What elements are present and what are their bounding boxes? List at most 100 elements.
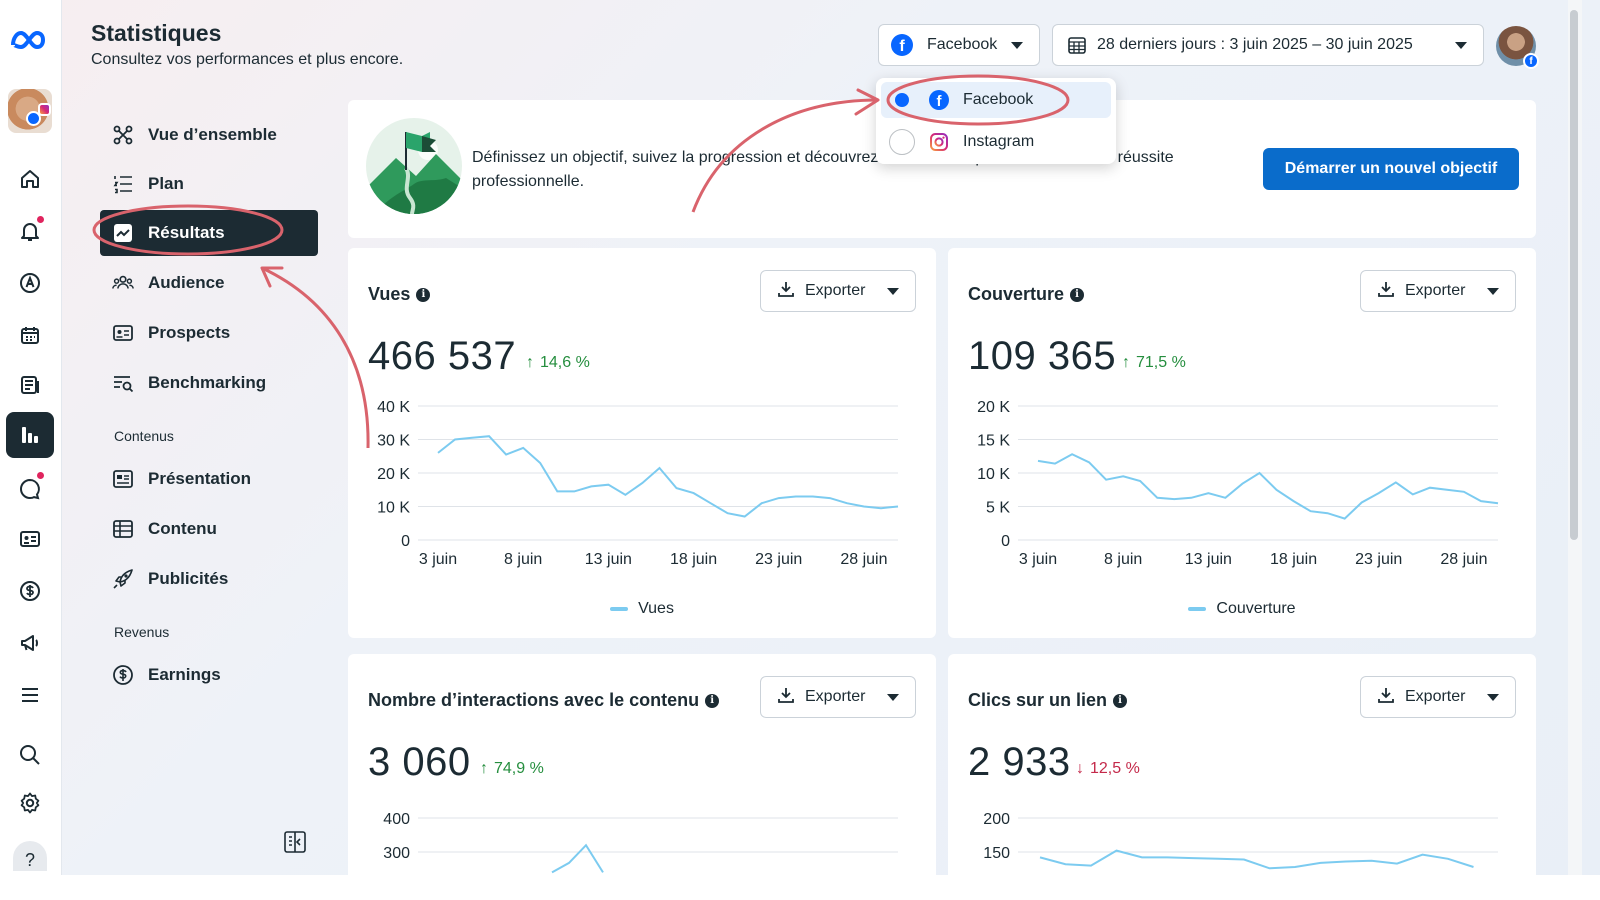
ads-manager-icon[interactable] — [6, 260, 54, 306]
metric-card-views: Vues i Exporter 466 537 ↑ 14,6 % 0 10 K 20 K… — [348, 248, 936, 638]
messages-icon[interactable] — [6, 466, 54, 512]
nav-section-contenus: Contenus — [114, 428, 174, 444]
reach-line-chart: 0 5 K 10 K 15 K 20 K 3 juin 8 juin 13 juin 18 ju… — [977, 399, 1499, 568]
home-icon[interactable] — [6, 156, 54, 202]
nav-item-plan[interactable]: Plan — [100, 161, 318, 207]
metric-card-reach: Couverture i Exporter 109 365 ↑ 71,5 % 0 5 … — [948, 248, 1536, 638]
chevron-down-icon — [1455, 41, 1467, 49]
metric-value: 466 537 — [368, 334, 517, 378]
start-new-goal-button[interactable]: Démarrer un nouvel objectif — [1263, 148, 1519, 190]
download-icon — [777, 280, 795, 303]
nav-item-presentation[interactable]: Présentation — [100, 456, 318, 502]
ads-rocket-icon — [112, 568, 134, 590]
export-label: Exporter — [1405, 282, 1466, 299]
arrow-up-icon: ↑ — [526, 354, 534, 371]
chart-legend: Vues — [348, 600, 936, 618]
date-range-label: 28 derniers jours : 3 juin 2025 – 30 jui… — [1097, 36, 1413, 53]
arrow-up-icon: ↑ — [480, 760, 488, 777]
nav-item-overview[interactable]: Vue d’ensemble — [100, 112, 318, 158]
messages-dot — [37, 472, 44, 479]
platform-option-facebook[interactable]: f Facebook — [881, 82, 1111, 118]
x-tick-label: 3 juin — [1019, 551, 1057, 568]
radio-selected-icon[interactable] — [889, 87, 915, 113]
info-icon[interactable]: i — [1070, 287, 1085, 302]
platform-option-instagram[interactable]: Instagram — [881, 124, 1111, 160]
content-posts-icon[interactable] — [6, 362, 54, 408]
x-tick-label: 23 juin — [1355, 551, 1402, 568]
chart-legend: Couverture — [948, 600, 1536, 618]
nav-item-label: Présentation — [148, 469, 251, 488]
x-tick-label: 18 juin — [670, 551, 717, 568]
nav-item-label: Benchmarking — [148, 373, 267, 392]
arrow-down-icon: ↓ — [1076, 760, 1084, 777]
download-icon — [777, 686, 795, 709]
collapse-sidebar-icon[interactable] — [283, 830, 307, 859]
content-table-icon — [112, 518, 134, 540]
meta-logo-icon[interactable] — [6, 18, 54, 64]
nav-item-content[interactable]: Contenu — [100, 506, 318, 552]
option-label: Instagram — [963, 133, 1035, 150]
nav-item-results[interactable]: Résultats — [100, 210, 318, 256]
calendar-icon[interactable] — [6, 312, 54, 358]
info-icon[interactable]: i — [1113, 693, 1128, 708]
goal-text-line2: professionnelle. — [472, 173, 585, 190]
nav-item-label: Contenu — [148, 519, 217, 538]
page-scrollbar[interactable] — [1568, 0, 1582, 875]
x-tick-label: 23 juin — [755, 551, 802, 568]
x-tick-label: 13 juin — [1185, 551, 1232, 568]
profile-avatar[interactable]: f — [1496, 26, 1539, 69]
instagram-icon — [929, 132, 949, 152]
nav-item-prospects[interactable]: Prospects — [100, 310, 318, 356]
metric-delta-text: 71,5 % — [1136, 354, 1186, 371]
info-icon[interactable]: i — [416, 287, 431, 302]
info-icon[interactable]: i — [705, 693, 720, 708]
metric-delta: ↓ 12,5 % — [1076, 760, 1140, 778]
metric-card-interactions: Nombre d’interactions avec le contenu i E… — [348, 654, 936, 884]
earnings-dollar-icon — [112, 664, 134, 686]
scrollbar-thumb[interactable] — [1570, 10, 1578, 540]
insights-icon[interactable] — [6, 412, 54, 458]
nav-item-benchmarking[interactable]: Benchmarking — [100, 360, 318, 406]
platform-selector[interactable]: f Facebook — [878, 24, 1040, 66]
chevron-down-icon — [1487, 693, 1499, 701]
date-range-selector[interactable]: 28 derniers jours : 3 juin 2025 – 30 jui… — [1052, 24, 1484, 66]
export-button[interactable]: Exporter — [760, 270, 916, 312]
x-tick-label: 13 juin — [585, 551, 632, 568]
nav-item-earnings[interactable]: Earnings — [100, 652, 318, 698]
nav-item-ads[interactable]: Publicités — [100, 556, 318, 602]
nav-item-audience[interactable]: Audience — [100, 260, 318, 306]
metric-value: 3 060 — [368, 740, 471, 784]
link-clicks-line-chart: 150 200 — [983, 811, 1498, 870]
metric-title-text: Nombre d’interactions avec le contenu — [368, 690, 700, 710]
y-tick-label: 40 K — [377, 399, 410, 416]
y-tick-label: 10 K — [377, 500, 410, 517]
export-button[interactable]: Exporter — [1360, 270, 1516, 312]
megaphone-icon[interactable] — [6, 620, 54, 666]
notifications-bell-icon[interactable] — [6, 208, 54, 254]
search-icon[interactable] — [6, 732, 54, 778]
y-tick-label: 10 K — [977, 466, 1010, 483]
y-tick-label: 150 — [983, 845, 1010, 862]
export-button[interactable]: Exporter — [1360, 676, 1516, 718]
menu-icon[interactable] — [6, 672, 54, 718]
export-button[interactable]: Exporter — [760, 676, 916, 718]
plan-list-icon — [112, 173, 134, 195]
radio-unselected-icon[interactable] — [889, 129, 915, 155]
export-label: Exporter — [1405, 688, 1466, 705]
x-tick-label: 18 juin — [1270, 551, 1317, 568]
settings-gear-icon[interactable] — [6, 780, 54, 826]
goal-description: Définissez un objectif, suivez la progre… — [472, 146, 1232, 194]
monetization-dollar-icon[interactable] — [6, 568, 54, 614]
overview-icon — [112, 124, 134, 146]
nav-item-label: Vue d’ensemble — [148, 125, 277, 144]
metric-delta: ↑ 74,9 % — [480, 760, 544, 778]
metric-delta-text: 12,5 % — [1090, 760, 1140, 777]
metric-value: 2 933 — [968, 740, 1071, 784]
leads-card-icon[interactable] — [6, 516, 54, 562]
help-icon[interactable]: ? — [6, 838, 54, 874]
interactions-line-chart: 300 400 — [383, 811, 898, 874]
results-chart-icon — [112, 222, 134, 244]
account-avatar[interactable] — [6, 88, 54, 134]
chevron-down-icon — [887, 287, 899, 295]
prospects-icon — [112, 322, 134, 344]
